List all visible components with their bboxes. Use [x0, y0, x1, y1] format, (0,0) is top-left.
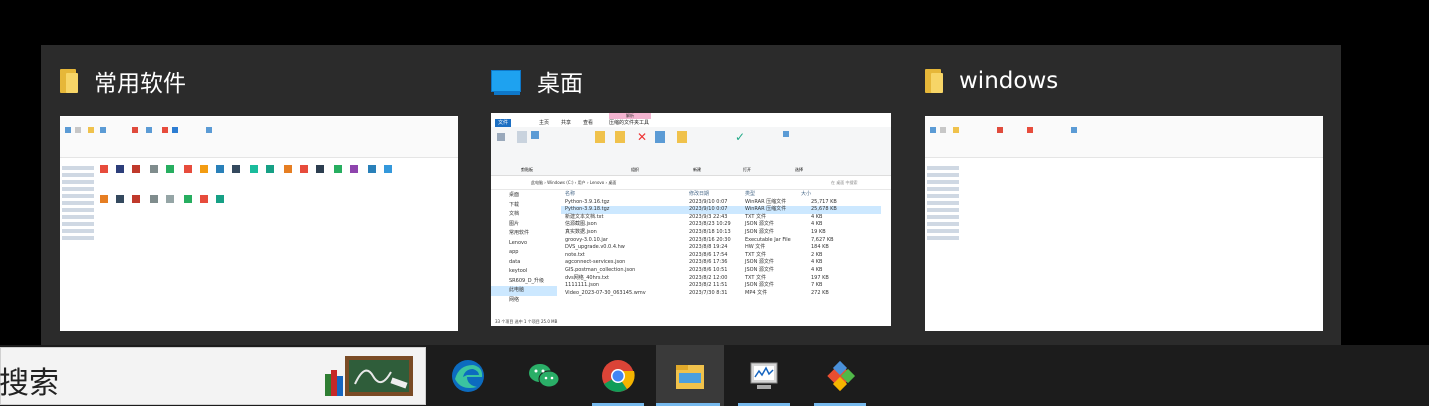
- column-header: 大小: [801, 191, 812, 197]
- nav-item[interactable]: data: [491, 258, 557, 268]
- nav-item[interactable]: 常用软件: [491, 229, 557, 239]
- column-header: 修改日期: [689, 191, 710, 197]
- taskbar-file-explorer[interactable]: [656, 345, 724, 406]
- taskbar-separator: [720, 345, 724, 406]
- tab-compressed-tools[interactable]: 压缩的文件夹工具: [609, 119, 649, 127]
- ribbon-tabs: 解析 文件 主页 共享 查看 压缩的文件夹工具: [491, 113, 891, 127]
- taskbar-task-manager[interactable]: [730, 345, 798, 406]
- table-row[interactable]: groovy-3.0.10.jar 2023/8/16 20:30 Executab…: [561, 237, 881, 245]
- window-title: 桌面: [537, 71, 583, 97]
- ribbon-group-label: 组织: [631, 167, 639, 172]
- table-row[interactable]: note.txt 2023/8/6 17:54 TXT 文件 2 KB: [561, 252, 881, 260]
- window-card-header: windows: [925, 61, 1058, 101]
- nav-pane: [925, 163, 961, 331]
- nav-item[interactable]: 文档: [491, 210, 557, 220]
- nav-pane: [60, 163, 96, 331]
- table-row[interactable]: Python-3.9.18.tgz 2023/9/10 0:07 WinRAR 压缩…: [561, 206, 881, 214]
- ribbon: [60, 117, 458, 158]
- table-row[interactable]: 1111111.json 2023/8/2 11:51 JSON 源文件 7 KB: [561, 282, 881, 290]
- search-box[interactable]: 搜索: [0, 347, 426, 405]
- table-row[interactable]: GIS.postman_collection.json 2023/8/6 10:5…: [561, 267, 881, 275]
- taskbar-git[interactable]: [806, 345, 874, 406]
- nav-item[interactable]: SR609_D_升级: [491, 277, 557, 287]
- tab-file[interactable]: 文件: [495, 119, 512, 127]
- status-bar: 33 个项目 选中 1 个项目 25.0 MB: [491, 317, 891, 326]
- edge-icon: [452, 360, 484, 392]
- table-row[interactable]: Video_2023-07-30_063145.wmv 2023/7/30 8:3…: [561, 290, 881, 298]
- nav-pane: 桌面 下载 文档 图片 常用软件 Lenovo app data keytool…: [491, 191, 557, 316]
- window-thumbnail[interactable]: [925, 113, 1323, 331]
- nav-item[interactable]: app: [491, 248, 557, 258]
- git-icon: [827, 360, 856, 392]
- nav-item[interactable]: keytool: [491, 267, 557, 277]
- search-box[interactable]: 在 桌面 中搜索: [831, 180, 858, 186]
- wechat-icon: [529, 364, 560, 388]
- window-card-desktop[interactable]: 桌面 解析 文件 主页 共享 查看 压缩的文件夹工具 ✕ ✓ 剪贴板 组织 新建…: [491, 61, 893, 331]
- nav-item[interactable]: 下载: [491, 201, 557, 211]
- task-manager-icon: [750, 362, 778, 389]
- table-row[interactable]: dvs网络_40hrs.txt 2023/8/2 12:00 TXT 文件 197 K…: [561, 275, 881, 283]
- window-card-common-software[interactable]: 常用软件: [60, 61, 460, 331]
- chrome-icon: [602, 360, 635, 392]
- column-header: 类型: [745, 191, 756, 197]
- ribbon-group-label: 剪贴板: [521, 167, 533, 172]
- column-header: 名称: [565, 191, 576, 197]
- taskbar-wechat[interactable]: [510, 345, 578, 406]
- search-input[interactable]: 搜索: [0, 358, 59, 402]
- nav-item[interactable]: 桌面: [491, 191, 557, 201]
- table-row[interactable]: 新建文本文档.txt 2023/9/3 22:43 TXT 文件 4 KB: [561, 214, 881, 222]
- window-title: windows: [959, 68, 1059, 94]
- ribbon: [925, 117, 1323, 158]
- window-card-header: 桌面: [491, 61, 583, 101]
- ribbon-group-label: 打开: [743, 167, 751, 172]
- taskbar-chrome[interactable]: [584, 345, 652, 406]
- window-card-windows[interactable]: windows: [925, 61, 1325, 331]
- table-row[interactable]: agconnect-services.json 2023/8/6 17:36 JSO…: [561, 259, 881, 267]
- taskbar-edge[interactable]: [434, 345, 502, 406]
- nav-item[interactable]: 图片: [491, 220, 557, 230]
- status-text: 33 个项目 选中 1 个项目 25.0 MB: [495, 319, 558, 324]
- address-bar[interactable]: 此电脑 › Windows (C:) › 用户 › Lenovo › 桌面 在 …: [491, 177, 891, 190]
- window-card-header: 常用软件: [60, 61, 186, 101]
- ribbon-group-label: 新建: [693, 167, 701, 172]
- table-row[interactable]: Python-3.9.16.tgz 2023/9/10 0:07 WinRAR 压缩…: [561, 199, 881, 207]
- ribbon: ✕ ✓ 剪贴板 组织 新建 打开 选择: [491, 127, 891, 176]
- table-row[interactable]: 信源截图.json 2023/8/23 10:29 JSON 源文件 4 KB: [561, 221, 881, 229]
- taskbar: 搜索: [0, 345, 1429, 406]
- nav-item[interactable]: 此电脑: [491, 286, 557, 296]
- column-headers: 名称 修改日期 类型 大小: [561, 191, 881, 199]
- window-thumbnail[interactable]: 解析 文件 主页 共享 查看 压缩的文件夹工具 ✕ ✓ 剪贴板 组织 新建 打开…: [491, 113, 891, 326]
- folder-icon: [925, 69, 943, 93]
- file-list: 名称 修改日期 类型 大小 Python-3.9.16.tgz 2023/9/10…: [561, 191, 881, 316]
- tab-share[interactable]: 共享: [561, 119, 571, 127]
- task-view-panel: 常用软件 桌面 解析 文件 主页 共享 查看 压缩的文件夹工具 ✕ ✓ 剪贴板 …: [41, 45, 1341, 345]
- nav-item[interactable]: Lenovo: [491, 239, 557, 249]
- ribbon-group-label: 选择: [795, 167, 803, 172]
- file-explorer-icon: [676, 365, 704, 389]
- tab-view[interactable]: 查看: [583, 119, 593, 127]
- chalkboard-icon: [325, 356, 413, 396]
- table-row[interactable]: DVS_upgrade.v0.0.4.hw 2023/8/8 19:24 HW 文件…: [561, 244, 881, 252]
- address-path: 此电脑 › Windows (C:) › 用户 › Lenovo › 桌面: [531, 180, 617, 185]
- desktop-icon: [491, 70, 521, 95]
- tab-home[interactable]: 主页: [539, 119, 549, 127]
- table-row[interactable]: 真实数据.json 2023/8/18 10:13 JSON 源文件 19 KB: [561, 229, 881, 237]
- nav-item[interactable]: 网络: [491, 296, 557, 306]
- folder-icon: [60, 69, 78, 93]
- window-title: 常用软件: [94, 71, 186, 97]
- window-thumbnail[interactable]: [60, 113, 458, 331]
